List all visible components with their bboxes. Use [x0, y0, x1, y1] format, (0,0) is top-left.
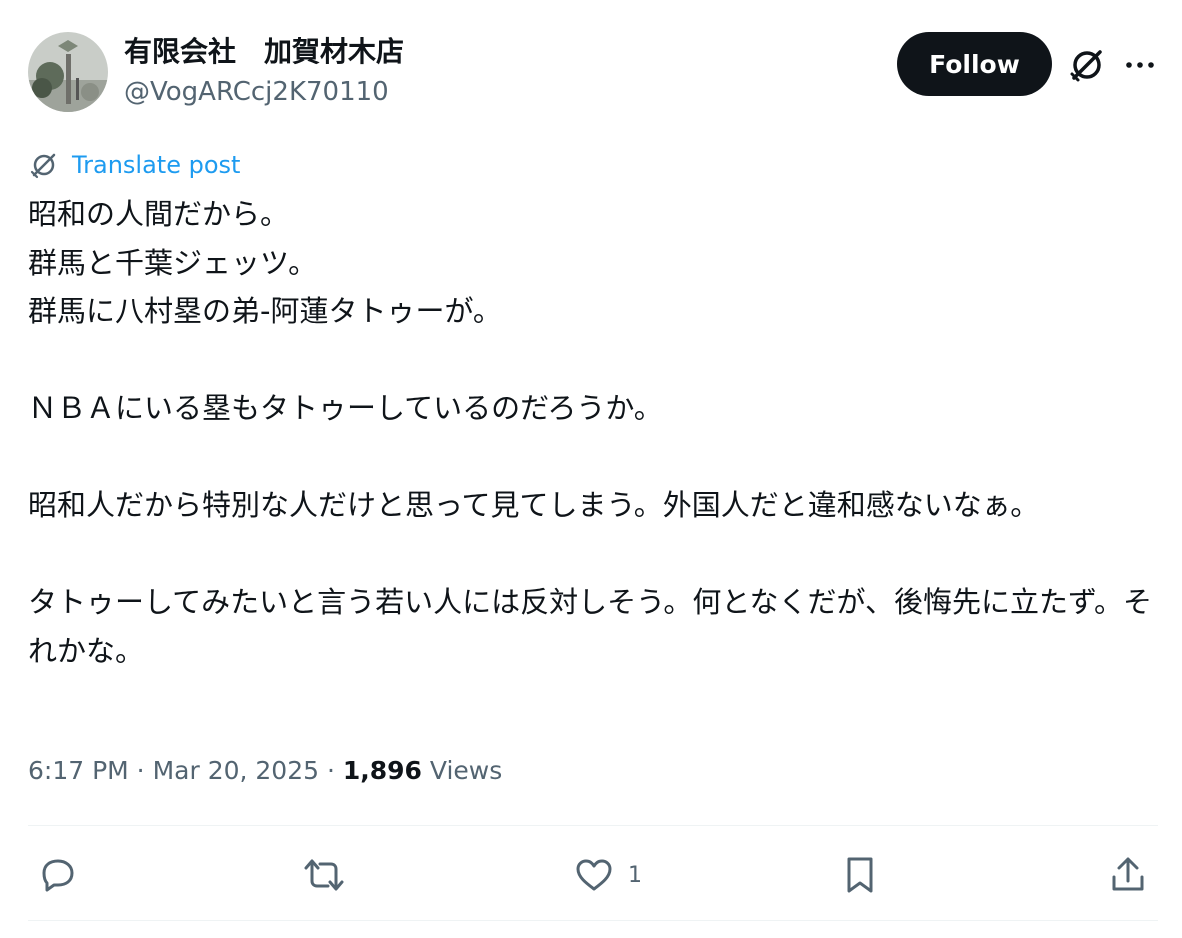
post-meta: 6:17 PM · Mar 20, 2025 · 1,896 Views: [28, 752, 502, 790]
post-time[interactable]: 6:17 PM: [28, 756, 129, 785]
divider: [28, 920, 1158, 921]
repost-button[interactable]: [302, 850, 346, 900]
translate-icon: [30, 153, 56, 179]
translate-post-link[interactable]: Translate post: [28, 147, 240, 183]
share-icon: [1112, 857, 1144, 891]
author-handle[interactable]: @VogARCcj2K70110: [124, 76, 389, 108]
post-date[interactable]: Mar 20, 2025: [153, 756, 319, 785]
more-icon[interactable]: [1122, 50, 1158, 80]
avatar[interactable]: [28, 32, 108, 112]
meta-separator: ·: [128, 756, 153, 785]
grok-icon[interactable]: [1066, 44, 1108, 86]
repost-icon: [304, 859, 344, 891]
like-icon: [576, 859, 612, 891]
share-button[interactable]: [1106, 850, 1150, 900]
like-button[interactable]: 1: [572, 850, 642, 900]
reply-icon: [42, 859, 74, 892]
post-text: 昭和の人間だから。 群馬と千葉ジェッツ。 群馬に八村塁の弟-阿蓮タトゥーが。 Ｎ…: [28, 197, 1153, 668]
meta-separator: ·: [319, 756, 343, 785]
follow-button[interactable]: Follow: [897, 32, 1052, 96]
bookmark-button[interactable]: [838, 850, 882, 900]
divider: [28, 825, 1158, 826]
reply-button[interactable]: [36, 850, 80, 900]
views-label: Views: [429, 756, 503, 785]
translate-post-label: Translate post: [72, 151, 241, 179]
author-display-name[interactable]: 有限会社 加賀材木店: [124, 34, 404, 70]
avatar-image: [28, 32, 108, 112]
views-count: 1,896: [342, 756, 422, 785]
bookmark-icon: [847, 857, 873, 893]
like-count: 1: [628, 862, 642, 888]
